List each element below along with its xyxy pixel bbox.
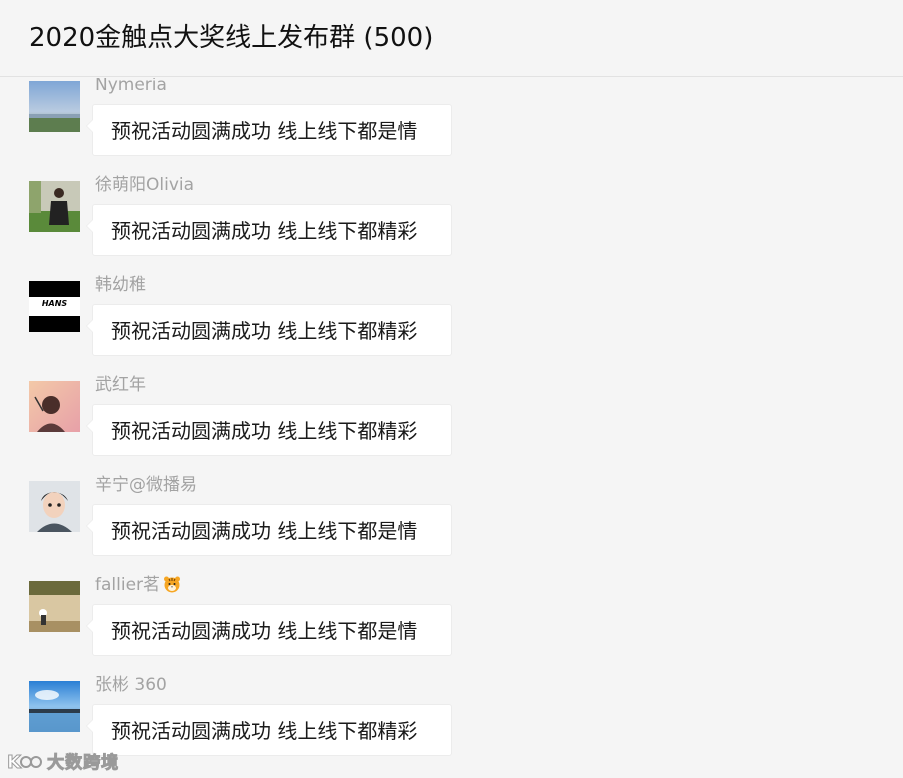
sender-name: 韩幼稚 xyxy=(95,275,146,295)
sender-avatar[interactable] xyxy=(29,681,80,732)
tiger-emoji-icon xyxy=(164,576,181,593)
message-text: 预祝活动圆满成功 线上线下都精彩 xyxy=(111,319,418,343)
sender-name: 武红年 xyxy=(95,375,146,395)
message-item: 徐萌阳Olivia 预祝活动圆满成功 线上线下都精彩 xyxy=(0,175,903,278)
message-item: HANS 韩幼稚 预祝活动圆满成功 线上线下都精彩 xyxy=(0,275,903,378)
message-text: 预祝活动圆满成功 线上线下都是情 xyxy=(111,519,418,543)
watermark-logo-icon: K xyxy=(7,751,42,773)
sender-avatar[interactable]: HANS xyxy=(29,281,80,332)
message-item: 武红年 预祝活动圆满成功 线上线下都精彩 xyxy=(0,375,903,478)
message-bubble[interactable]: 预祝活动圆满成功 线上线下都精彩 xyxy=(86,404,452,456)
svg-text:K: K xyxy=(7,752,22,773)
sender-avatar[interactable] xyxy=(29,181,80,232)
message-bubble[interactable]: 预祝活动圆满成功 线上线下都是情 xyxy=(86,104,452,156)
message-list[interactable]: Nymeria 预祝活动圆满成功 线上线下都是情 徐萌阳Olivia 预祝活动圆… xyxy=(0,78,903,778)
message-bubble[interactable]: 预祝活动圆满成功 线上线下都是情 xyxy=(86,504,452,556)
sender-avatar[interactable] xyxy=(29,81,80,132)
watermark: K 大数跨境 xyxy=(6,748,119,774)
message-text: 预祝活动圆满成功 线上线下都精彩 xyxy=(111,219,418,243)
sender-avatar[interactable] xyxy=(29,581,80,632)
sender-name: Nymeria xyxy=(95,78,167,95)
chat-title: 2020金触点大奖线上发布群 (500) xyxy=(29,23,434,53)
message-bubble[interactable]: 预祝活动圆满成功 线上线下都精彩 xyxy=(86,204,452,256)
message-text: 预祝活动圆满成功 线上线下都精彩 xyxy=(111,719,418,743)
watermark-text: 大数跨境 xyxy=(47,753,120,774)
message-bubble[interactable]: 预祝活动圆满成功 线上线下都精彩 xyxy=(86,304,452,356)
sender-name: 张彬 360 xyxy=(95,675,167,695)
message-bubble[interactable]: 预祝活动圆满成功 线上线下都是情 xyxy=(86,604,452,656)
message-item: fallier茗 预祝活动圆满成功 线上线下都是情 xyxy=(0,575,903,678)
message-item: 辛宁@微播易 预祝活动圆满成功 线上线下都是情 xyxy=(0,475,903,578)
sender-avatar[interactable] xyxy=(29,481,80,532)
sender-avatar[interactable] xyxy=(29,381,80,432)
sender-name: 徐萌阳Olivia xyxy=(95,175,195,195)
chat-header: 2020金触点大奖线上发布群 (500) xyxy=(0,0,903,77)
message-text: 预祝活动圆满成功 线上线下都精彩 xyxy=(111,419,418,443)
message-text: 预祝活动圆满成功 线上线下都是情 xyxy=(111,119,418,143)
message-bubble[interactable]: 预祝活动圆满成功 线上线下都精彩 xyxy=(86,704,452,756)
message-item: Nymeria 预祝活动圆满成功 线上线下都是情 xyxy=(0,78,903,178)
avatar-label: HANS xyxy=(41,299,68,308)
message-item: 张彬 360 预祝活动圆满成功 线上线下都精彩 xyxy=(0,675,903,778)
sender-name: 辛宁@微播易 xyxy=(95,475,197,495)
sender-name: fallier茗 xyxy=(95,574,181,596)
message-text: 预祝活动圆满成功 线上线下都是情 xyxy=(111,619,418,643)
